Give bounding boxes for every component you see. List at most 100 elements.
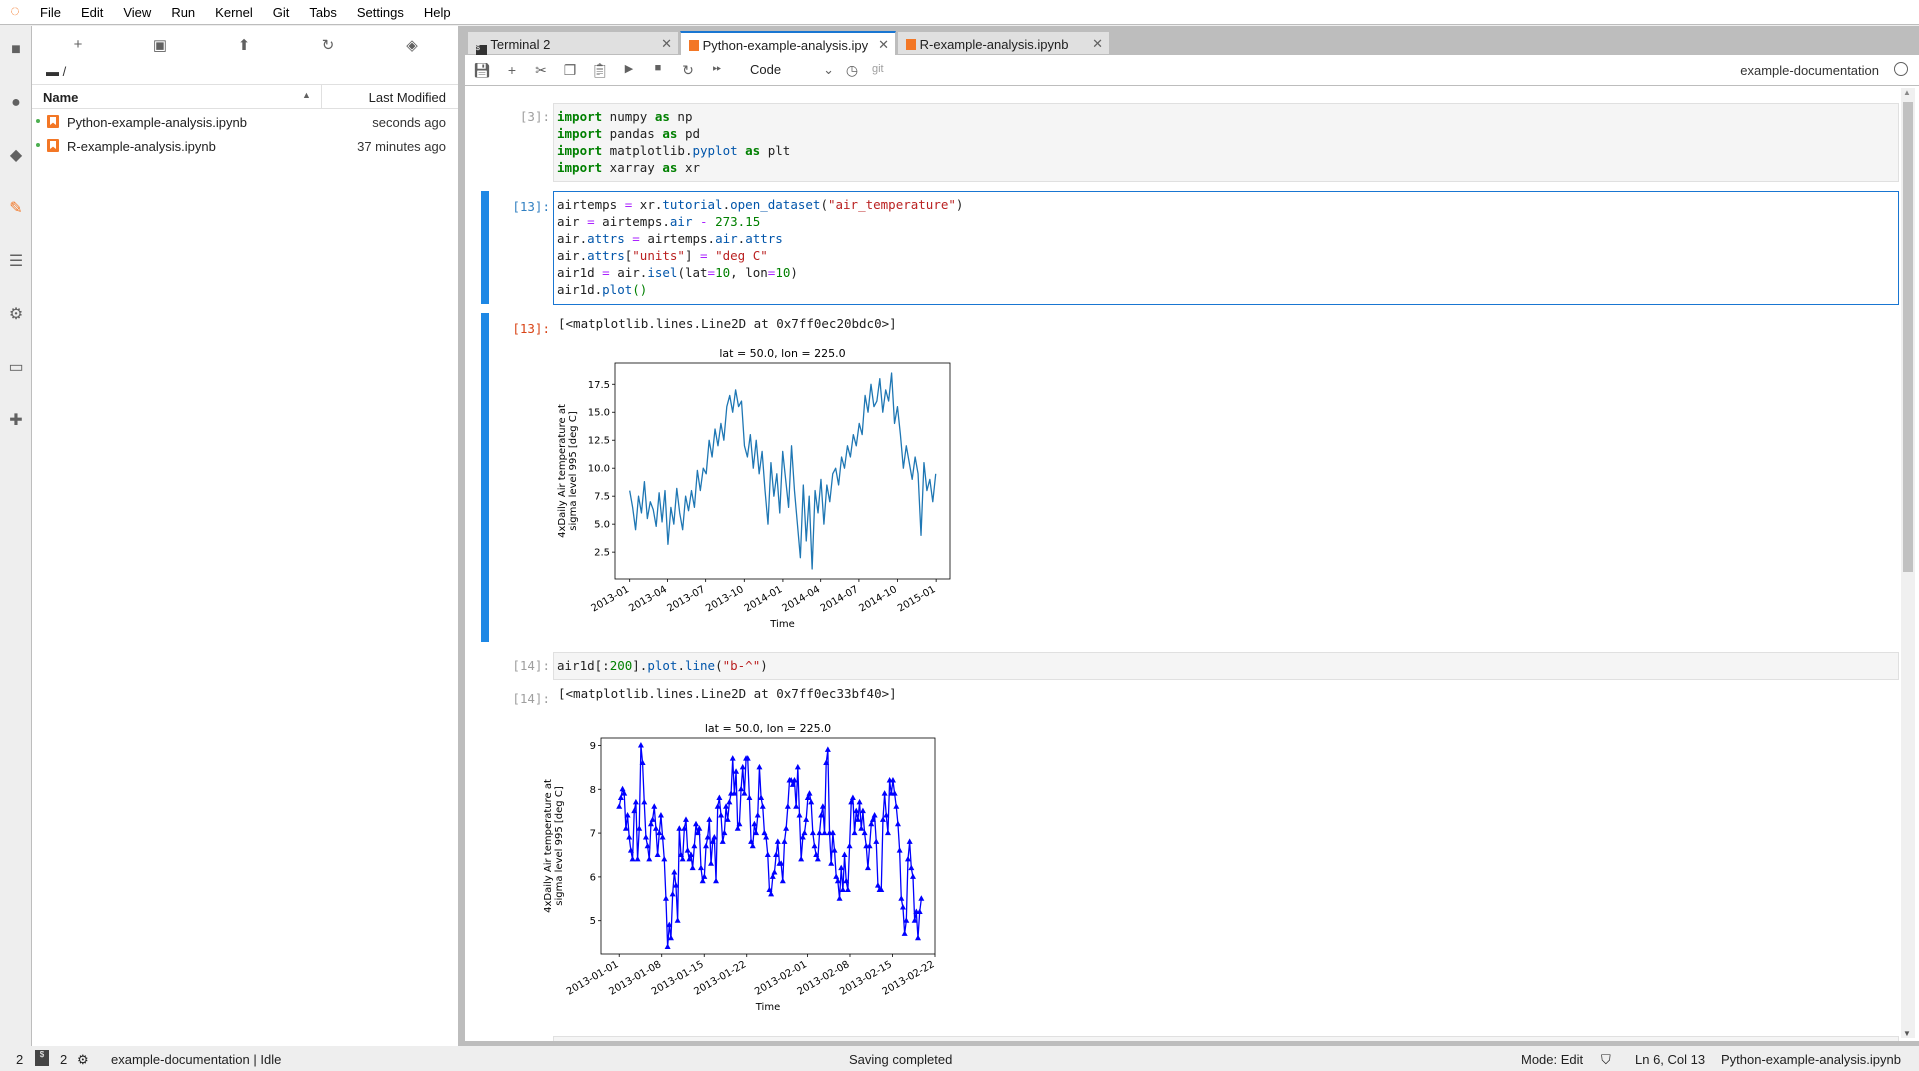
scroll-down-icon[interactable]: ▼	[1903, 1029, 1911, 1038]
menu-git[interactable]: Git	[263, 5, 300, 20]
data-point-marker	[657, 812, 664, 818]
stop-icon[interactable]: ■	[649, 62, 667, 74]
tab-r-example-analysis[interactable]: R-example-analysis.ipynb ✕	[897, 31, 1110, 55]
file-row[interactable]: Python-example-analysis.ipynb seconds ag…	[32, 110, 458, 134]
menu-edit[interactable]: Edit	[71, 5, 113, 20]
y-tick-label: 5.0	[594, 520, 610, 531]
menu-run[interactable]: Run	[161, 5, 205, 20]
git-clone-icon[interactable]: ◈	[400, 36, 424, 54]
tab-terminal-2[interactable]: $ Terminal 2 ✕	[467, 31, 679, 56]
paste-icon[interactable]: 📋︎	[591, 62, 609, 79]
data-point-marker	[689, 864, 696, 871]
left-sidebar-tabs: ■ ● ◆ ✎ ☰ ⚙ ▭ ✚	[0, 26, 32, 1046]
copy-icon[interactable]: ❐	[561, 62, 579, 79]
breadcrumb[interactable]: ▬ /	[46, 64, 66, 79]
code-token: import	[557, 126, 603, 141]
folder-icon[interactable]: ■	[6, 40, 26, 60]
current-file: Python-example-analysis.ipynb	[1721, 1052, 1901, 1067]
file-modified: seconds ago	[372, 115, 446, 130]
close-tab-icon[interactable]: ✕	[1092, 36, 1103, 52]
shield-icon[interactable]: ⛉	[1601, 1052, 1611, 1068]
data-point-marker	[661, 855, 668, 862]
menu-file[interactable]: File	[30, 5, 71, 20]
editor-mode[interactable]: Mode: Edit	[1521, 1052, 1583, 1067]
close-tab-icon[interactable]: ✕	[878, 37, 889, 53]
vertical-scrollbar[interactable]: ▲ ▼	[1901, 88, 1915, 1038]
y-tick-label: 2.5	[594, 548, 610, 559]
file-row[interactable]: R-example-analysis.ipynb 37 minutes ago	[32, 134, 458, 158]
code-cell-editor[interactable]: import numpy as np import pandas as pd i…	[553, 103, 1899, 182]
code-token: =	[587, 214, 595, 229]
new-folder-icon[interactable]: ▣	[148, 36, 172, 54]
cell-collapser[interactable]	[481, 191, 489, 304]
file-name: Python-example-analysis.ipynb	[67, 115, 247, 130]
next-cell[interactable]	[553, 1036, 1899, 1041]
property-inspector-icon[interactable]: ⚙	[6, 305, 26, 325]
close-tab-icon[interactable]: ✕	[661, 36, 672, 52]
output-collapser[interactable]	[481, 313, 489, 642]
code-cell-editor-active[interactable]: airtemps = xr.tutorial.open_dataset("air…	[553, 191, 1899, 305]
data-point-marker	[824, 746, 831, 752]
git-button[interactable]: git	[872, 63, 884, 75]
data-point-marker	[738, 785, 745, 792]
y-tick-label: 10.0	[588, 464, 610, 475]
kernel-name[interactable]: example-documentation	[1740, 63, 1879, 78]
refresh-icon[interactable]: ↻	[316, 36, 340, 54]
code-token: air.	[557, 248, 588, 263]
code-token: =	[707, 265, 716, 280]
last-modified-column-header[interactable]: Last Modified	[369, 90, 446, 105]
clock-icon[interactable]: ◷	[843, 62, 861, 79]
table-of-contents-icon[interactable]: ☰	[6, 252, 26, 272]
insert-cell-icon[interactable]: +	[503, 62, 521, 78]
kernel-count[interactable]: 2	[60, 1052, 67, 1067]
y-tick-label: 12.5	[588, 436, 610, 447]
cut-icon[interactable]: ✂	[532, 62, 550, 79]
menu-tabs[interactable]: Tabs	[299, 5, 346, 20]
git-icon[interactable]: ◆	[6, 146, 26, 166]
code-token: open_dataset	[730, 197, 821, 212]
menu-kernel[interactable]: Kernel	[205, 5, 263, 20]
code-token: pyplot	[692, 143, 738, 158]
new-launcher-icon[interactable]: +	[66, 36, 90, 53]
chevron-down-icon: ⌄	[823, 62, 834, 77]
data-point-marker	[682, 816, 689, 822]
data-point-marker	[849, 794, 856, 801]
scrollbar-thumb[interactable]	[1903, 102, 1913, 572]
kernel-status[interactable]: example-documentation | Idle	[111, 1052, 281, 1067]
data-point-marker	[798, 855, 805, 862]
code-token: xarray	[602, 160, 663, 175]
plot-frame	[614, 362, 951, 580]
extension-manager-icon[interactable]: ✚	[6, 411, 26, 431]
run-icon[interactable]: ▶	[620, 62, 638, 75]
cursor-position[interactable]: Ln 6, Col 13	[1635, 1052, 1705, 1067]
running-indicator-icon	[36, 143, 40, 147]
data-point-marker	[726, 798, 733, 805]
data-point-marker	[821, 829, 828, 836]
menu-help[interactable]: Help	[414, 5, 461, 20]
data-point-marker	[873, 838, 880, 844]
name-column-header[interactable]: Name	[43, 90, 78, 105]
notebook-icon	[689, 40, 699, 51]
data-point-marker	[803, 816, 810, 822]
terminal-count[interactable]: 2	[16, 1052, 23, 1067]
menu-view[interactable]: View	[113, 5, 161, 20]
code-token: matplotlib.	[602, 143, 693, 158]
upload-icon[interactable]: ⬆	[232, 36, 256, 54]
running-sessions-icon[interactable]: ●	[6, 93, 26, 113]
code-token: (lat	[677, 265, 708, 280]
save-icon[interactable]: 💾︎	[473, 62, 491, 79]
menu-settings[interactable]: Settings	[347, 5, 414, 20]
data-point-marker	[809, 829, 816, 836]
cell-type-dropdown[interactable]: Code ⌄	[750, 62, 834, 77]
data-point-marker	[794, 763, 801, 770]
file-list-header: Name ▲ Last Modified	[32, 84, 458, 109]
tabs-icon[interactable]: ▭	[6, 358, 26, 378]
tab-python-example-analysis[interactable]: Python-example-analysis.ipy ✕	[680, 31, 896, 56]
data-point-marker	[833, 873, 840, 879]
quill-icon[interactable]: ✎	[6, 199, 26, 219]
series-line	[618, 744, 922, 948]
restart-icon[interactable]: ↻	[679, 62, 697, 79]
data-point-marker	[669, 890, 676, 897]
scroll-up-icon[interactable]: ▲	[1903, 88, 1911, 97]
fast-forward-icon[interactable]: ⏩︎	[708, 62, 726, 75]
